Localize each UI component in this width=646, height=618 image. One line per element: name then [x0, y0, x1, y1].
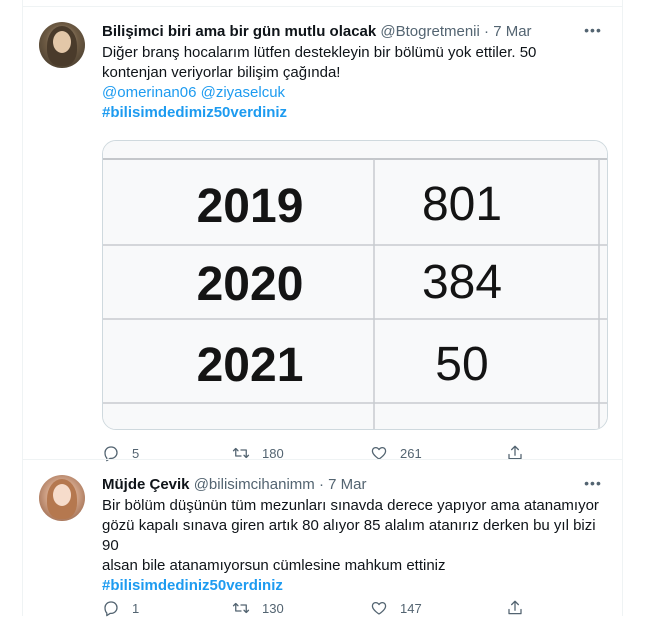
- hashtag-link[interactable]: #bilisimdediniz50verdiniz: [102, 576, 604, 596]
- author-name[interactable]: Müjde Çevik: [102, 476, 190, 493]
- reply-count: 1: [132, 600, 140, 616]
- year-cell: 2020: [197, 258, 304, 311]
- avatar-face: [53, 31, 71, 53]
- more-icon[interactable]: •••: [582, 21, 604, 43]
- retweet-count: 130: [262, 600, 284, 616]
- avatar[interactable]: [39, 475, 85, 521]
- tweet-text-line: alsan bile atanamıyorsun cümlesine mahku…: [102, 557, 446, 574]
- avatar[interactable]: [39, 22, 85, 68]
- retweet-icon: [232, 602, 250, 614]
- tweet-text-line: gözü kapalı sınava giren artık 80 alıyor…: [102, 517, 596, 554]
- like-icon: [371, 601, 387, 615]
- author-handle[interactable]: @bilisimcihanimm: [194, 476, 315, 493]
- tweet[interactable]: Bilişimci biri ama bir gün mutlu olacak …: [23, 7, 622, 462]
- tweet-text-line: Diğer branş hocalarım lütfen destekleyin…: [102, 44, 537, 61]
- tweet-date[interactable]: 7 Mar: [328, 476, 366, 493]
- reply-icon: [104, 601, 118, 617]
- hashtag-link[interactable]: #bilisimdedimiz50verdiniz: [102, 103, 604, 123]
- top-divider: [23, 0, 622, 7]
- tweet-date[interactable]: 7 Mar: [493, 23, 531, 40]
- retweet-button[interactable]: 130: [232, 598, 284, 618]
- reply-button[interactable]: 1: [102, 598, 139, 618]
- author-handle[interactable]: @Btogretmenii: [380, 23, 479, 40]
- table-image: 2019 801 2020 384 2021 50: [103, 141, 607, 429]
- year-cell: 2021: [197, 339, 304, 392]
- like-button[interactable]: 147: [370, 598, 422, 618]
- tweet-text: Bir bölüm düşünün tüm mezunları sınavda …: [102, 496, 604, 596]
- separator: ·: [484, 23, 490, 40]
- value-cell: 384: [422, 256, 502, 309]
- tweet-header: Bilişimci biri ama bir gün mutlu olacak …: [102, 21, 604, 43]
- author-name[interactable]: Bilişimci biri ama bir gün mutlu olacak: [102, 23, 376, 40]
- tweet-text-line: Bir bölüm düşünün tüm mezunları sınavda …: [102, 497, 599, 514]
- tweet-body: Müjde Çevik @bilisimcihanimm · 7 Mar •••…: [102, 474, 604, 617]
- tweet-text: Diğer branş hocalarım lütfen destekleyin…: [102, 43, 604, 123]
- more-icon[interactable]: •••: [582, 474, 604, 496]
- tweet-actions: 1 130 147: [102, 598, 542, 618]
- tweet-header: Müjde Çevik @bilisimcihanimm · 7 Mar •••: [102, 474, 604, 496]
- share-button[interactable]: [506, 598, 536, 618]
- value-cell: 801: [422, 178, 502, 231]
- share-icon: [508, 600, 522, 615]
- avatar-face: [53, 484, 71, 506]
- year-cell: 2019: [197, 180, 304, 233]
- timeline: Bilişimci biri ama bir gün mutlu olacak …: [22, 0, 623, 617]
- tweet-text-line: kontenjan veriyorlar bilişim çağında!: [102, 64, 341, 81]
- mention-links[interactable]: @omerinan06 @ziyaselcuk: [102, 83, 604, 103]
- tweet[interactable]: Müjde Çevik @bilisimcihanimm · 7 Mar •••…: [23, 460, 622, 617]
- tweet-media-image[interactable]: 2019 801 2020 384 2021 50: [102, 140, 608, 430]
- like-count: 147: [400, 600, 422, 616]
- separator: ·: [318, 476, 324, 493]
- tweet-body: Bilişimci biri ama bir gün mutlu olacak …: [102, 21, 608, 462]
- value-cell: 50: [435, 338, 488, 391]
